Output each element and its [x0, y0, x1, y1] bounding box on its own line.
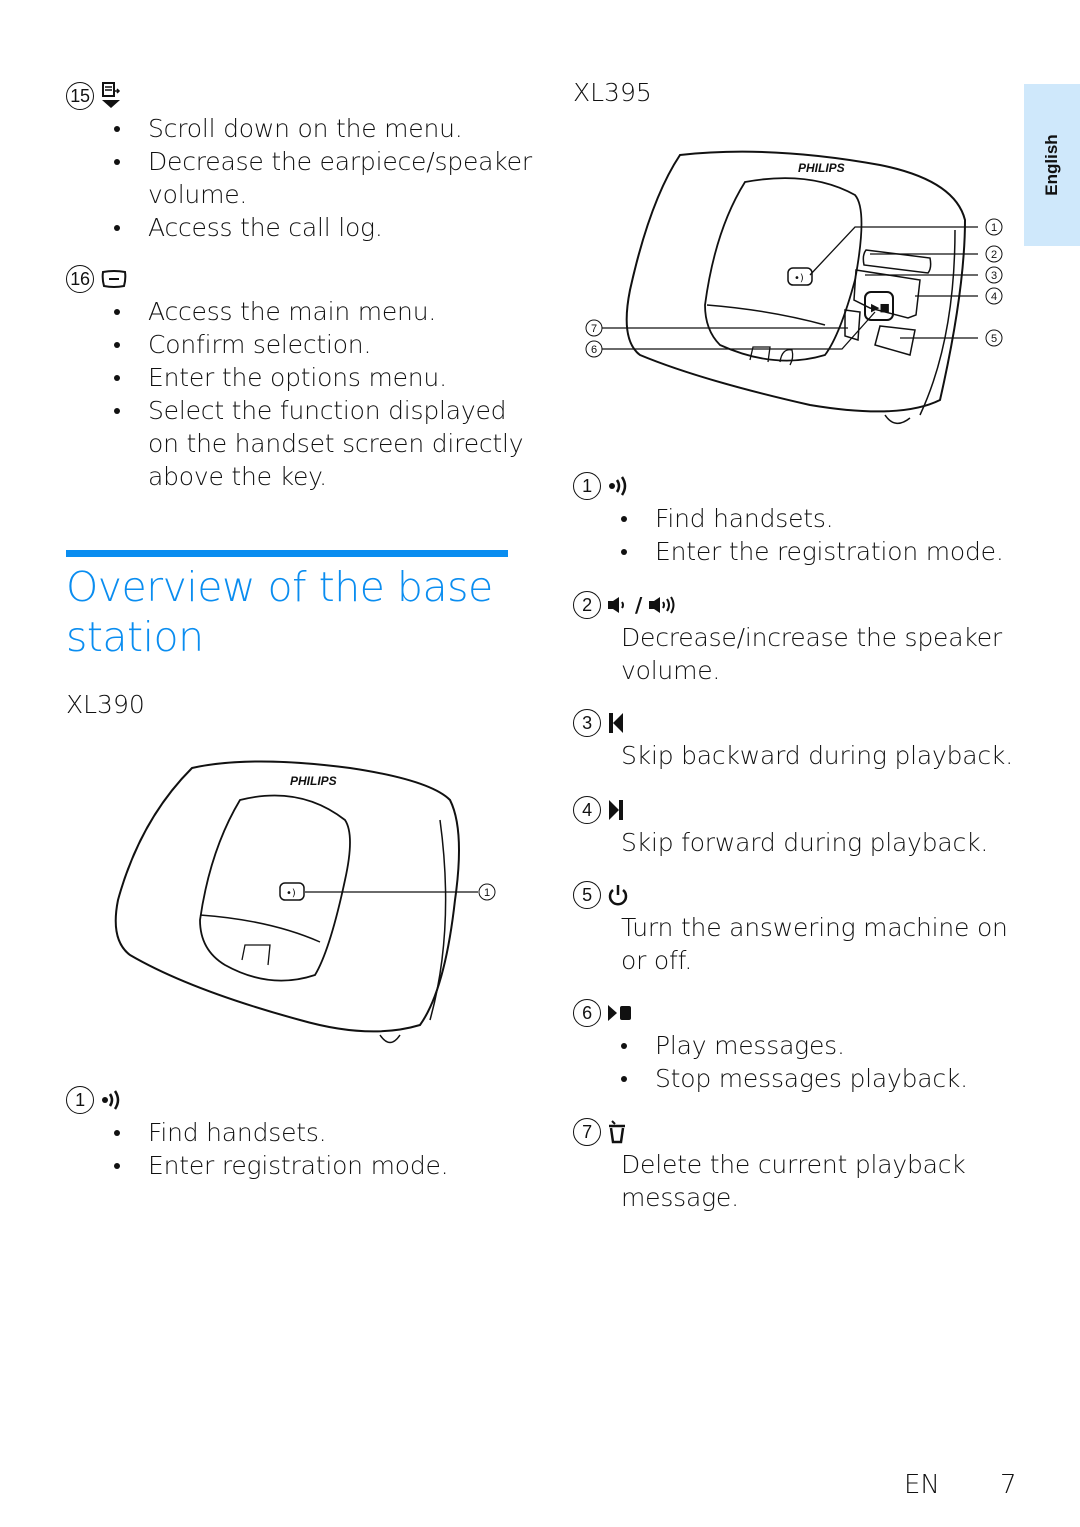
bullet-item: Enter the registration mode. [573, 535, 1013, 568]
bullet-item: Play messages. [573, 1029, 1013, 1062]
bullet-continuation: above the key. [148, 462, 327, 491]
page-number: 7 [1000, 1470, 1017, 1500]
skip-forward-icon [607, 798, 625, 822]
section-title: Overview of the base station [66, 563, 493, 661]
item-description: Skip forward during playback. [621, 828, 989, 857]
item-number-badge: 1 [573, 472, 601, 500]
svg-text:•): •) [286, 888, 296, 899]
brand-logo: PHILIPS [290, 774, 337, 788]
footer-language: EN [904, 1470, 940, 1500]
item-number-badge: 3 [573, 709, 601, 737]
item-number-badge: 5 [573, 881, 601, 909]
model-label-xl395: XL395 [573, 78, 652, 107]
callout-5: 5 [991, 333, 997, 345]
language-tab-label: English [1042, 134, 1061, 196]
bullet-item: Select the function displayed [66, 394, 516, 427]
callout-2: 2 [991, 249, 997, 261]
bullet-item: Confirm selection. [66, 328, 516, 361]
key-item-16: 16 Access the main menu. Confirm selecti… [66, 263, 524, 493]
delete-key [844, 309, 861, 341]
item-description: Delete the current playback [621, 1150, 966, 1179]
bullet-item: Stop messages playback. [573, 1062, 1013, 1095]
bullet-item: Scroll down on the menu. [66, 112, 516, 145]
xl390-key-item-1: 1 Find handsets. Enter registration mode… [66, 1084, 516, 1182]
power-key [874, 325, 916, 356]
item-number-badge: 16 [66, 265, 94, 293]
item-description: or off. [621, 946, 693, 975]
item-number-badge: 6 [573, 999, 601, 1027]
paging-icon [607, 473, 633, 499]
item-number-badge: 7 [573, 1118, 601, 1146]
model-label-xl390: XL390 [66, 690, 145, 719]
item-number-badge: 1 [66, 1086, 94, 1114]
xl395-key-item-2: 2 / Decrease/increase the speaker volume… [573, 589, 1013, 687]
item-number-badge: 4 [573, 796, 601, 824]
callout-4: 4 [991, 291, 997, 303]
xl395-key-item-4: 4 Skip forward during playback. [573, 794, 1013, 859]
callout-3: 3 [991, 270, 997, 282]
xl395-key-item-3: 3 Skip backward during playback. [573, 707, 1013, 772]
bullet-item: Access the main menu. [66, 295, 516, 328]
key-item-15: 15 Scroll down on the menu. Decrease the… [66, 80, 532, 244]
item-number-badge: 2 [573, 591, 601, 619]
callout-1: 1 [991, 222, 997, 234]
svg-text:•): •) [794, 273, 804, 284]
item-description: Decrease/increase the speaker [621, 623, 1002, 652]
power-icon [607, 883, 629, 907]
item-description: volume. [621, 656, 721, 685]
item-number-badge: 15 [66, 82, 94, 110]
bullet-item: Enter the options menu. [66, 361, 516, 394]
delete-icon [607, 1119, 627, 1145]
paging-icon [100, 1087, 126, 1113]
callout-7: 7 [591, 323, 597, 335]
brand-logo: PHILIPS [798, 161, 845, 175]
volume-down-icon [607, 595, 629, 615]
callout-1: 1 [484, 887, 490, 899]
item-description: Turn the answering machine on [621, 913, 1008, 942]
volume-up-icon [648, 595, 676, 615]
xl390-base-illustration: PHILIPS •) 1 [114, 760, 496, 1044]
svg-text:▶■: ▶■ [871, 301, 890, 314]
bullet-item: Access the call log. [66, 211, 516, 244]
callout-6: 6 [591, 344, 597, 356]
bullet-continuation: volume. [148, 180, 248, 209]
xl395-key-item-7: 7 Delete the current playback message. [573, 1116, 1013, 1214]
play-stop-icon [607, 1003, 633, 1023]
item-description: message. [621, 1183, 739, 1212]
bullet-item: Enter registration mode. [66, 1149, 516, 1182]
section-divider [66, 550, 508, 557]
language-tab: English [1024, 84, 1080, 246]
bullet-item: Decrease the earpiece/speaker [66, 145, 532, 178]
xl395-key-item-1: 1 Find handsets. Enter the registration … [573, 470, 1013, 568]
xl395-base-illustration: PHILIPS •) ▶■ 1 2 3 4 5 7 6 [585, 150, 1003, 424]
bullet-item: Find handsets. [573, 502, 1013, 535]
skip-back-icon [607, 711, 625, 735]
bullet-item: Find handsets. [66, 1116, 516, 1149]
xl395-key-item-5: 5 Turn the answering machine on or off. [573, 879, 1013, 977]
xl395-key-item-6: 6 Play messages. Stop messages playback. [573, 997, 1013, 1095]
bullet-continuation: on the handset screen directly [148, 429, 524, 458]
scroll-down-call-log-icon [100, 82, 122, 110]
menu-key-icon [100, 269, 128, 289]
item-description: Skip backward during playback. [621, 741, 1013, 770]
icon-separator: / [635, 592, 643, 617]
